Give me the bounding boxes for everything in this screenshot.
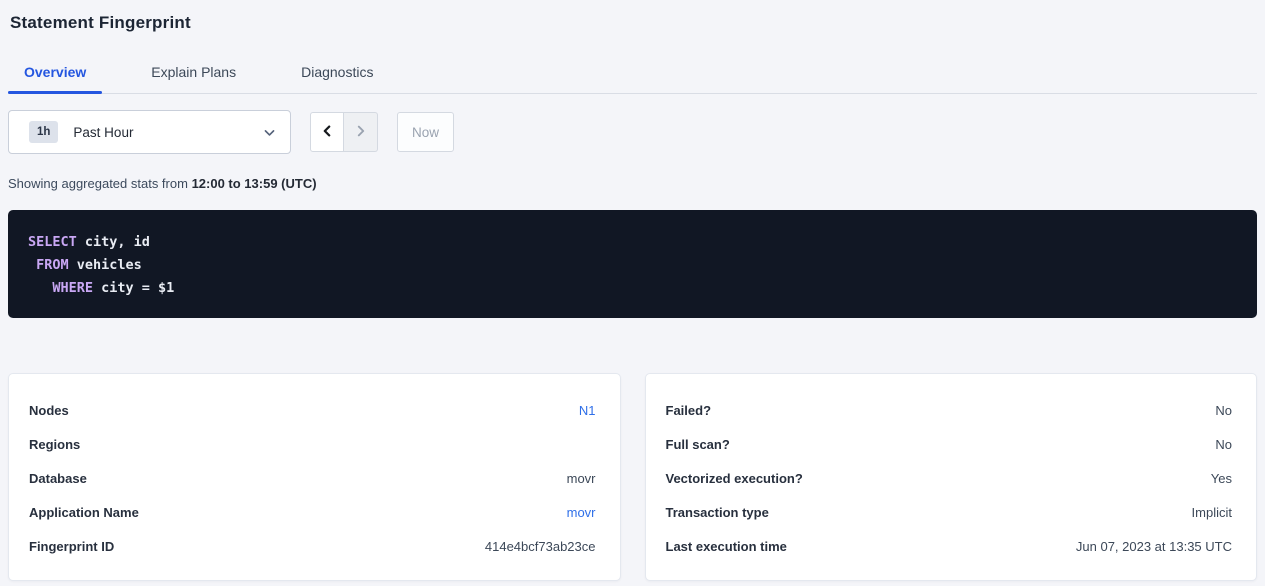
card-row-last-execution-time: Last execution time Jun 07, 2023 at 13:3… [666,529,1233,563]
card-row-application-name: Application Name movr [29,495,596,529]
card-row-full-scan: Full scan? No [666,427,1233,461]
sql-statement-box: SELECT city, id FROM vehicles WHERE city… [8,210,1257,318]
next-time-button[interactable] [344,112,378,152]
row-label: Regions [29,437,80,452]
card-row-regions: Regions [29,427,596,461]
chevron-right-icon [354,124,368,141]
chevron-down-icon [263,126,276,139]
card-row-transaction-type: Transaction type Implicit [666,495,1233,529]
page-title: Statement Fingerprint [8,0,1257,33]
aggregated-stats-caption: Showing aggregated stats from 12:00 to 1… [8,176,1257,191]
row-value: Jun 07, 2023 at 13:35 UTC [1076,539,1232,554]
tab-diagnostics[interactable]: Diagnostics [285,58,389,93]
row-label: Last execution time [666,539,787,554]
row-label: Application Name [29,505,139,520]
card-row-vectorized-execution: Vectorized execution? Yes [666,461,1233,495]
row-label: Full scan? [666,437,730,452]
now-button[interactable]: Now [397,112,454,152]
previous-time-button[interactable] [310,112,344,152]
row-value: 414e4bcf73ab23ce [485,539,596,554]
execution-attributes-card: Failed? No Full scan? No Vectorized exec… [645,373,1258,581]
sql-indent [28,257,36,273]
time-preset-label: Past Hour [73,125,133,140]
sql-text: city = $1 [93,280,174,296]
card-row-nodes: Nodes N1 [29,393,596,427]
time-picker-row: 1h Past Hour Now [8,110,1257,154]
sql-keyword: FROM [36,257,69,273]
nodes-link[interactable]: N1 [579,403,596,418]
row-label: Failed? [666,403,712,418]
chevron-left-icon [320,124,334,141]
row-label: Vectorized execution? [666,471,803,486]
row-value: movr [567,471,596,486]
time-preset-badge: 1h [29,121,58,143]
row-value: No [1215,437,1232,452]
time-pager [310,112,378,152]
stats-caption-prefix: Showing aggregated stats from [8,176,188,191]
tab-explain-plans[interactable]: Explain Plans [135,58,252,93]
statement-fingerprint-page: Statement Fingerprint Overview Explain P… [0,0,1265,581]
summary-cards: Nodes N1 Regions Database movr Applicati… [8,373,1257,581]
sql-indent [28,280,52,296]
sql-keyword: WHERE [52,280,93,296]
row-label: Nodes [29,403,69,418]
row-value: Yes [1211,471,1232,486]
statement-details-card: Nodes N1 Regions Database movr Applicati… [8,373,621,581]
time-range-dropdown[interactable]: 1h Past Hour [8,110,291,154]
tab-overview[interactable]: Overview [8,58,102,93]
row-value: No [1215,403,1232,418]
card-row-fingerprint-id: Fingerprint ID 414e4bcf73ab23ce [29,529,596,563]
card-row-failed: Failed? No [666,393,1233,427]
sql-text: city, id [77,234,150,250]
stats-caption-range: 12:00 to 13:59 (UTC) [192,176,317,191]
row-label: Fingerprint ID [29,539,114,554]
row-value: Implicit [1192,505,1232,520]
row-label: Transaction type [666,505,769,520]
tab-bar: Overview Explain Plans Diagnostics [8,58,1257,94]
application-name-link[interactable]: movr [567,505,596,520]
row-label: Database [29,471,87,486]
sql-text: vehicles [69,257,142,273]
card-row-database: Database movr [29,461,596,495]
sql-keyword: SELECT [28,234,77,250]
